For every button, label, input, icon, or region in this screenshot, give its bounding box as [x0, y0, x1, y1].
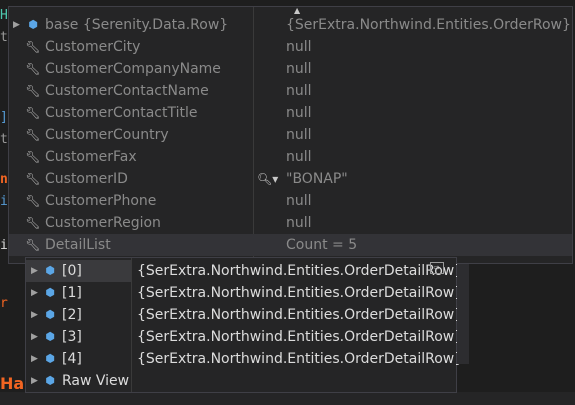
datatip-order-row: ▲ ▶ ⬢ base {Serenity.Data.Row} {SerExtra… — [8, 6, 573, 264]
datatip-row[interactable]: 🔧︎ CustomerCompanyName null — [9, 58, 572, 80]
member-name: CustomerContactTitle — [45, 105, 198, 121]
editor-edge-text: t — [0, 132, 8, 147]
editor-edge-text: i — [0, 238, 8, 253]
datatip-row[interactable]: ▶ ⬢ [3] {SerExtra.Northwind.Entities.Ord… — [26, 326, 463, 348]
wrench-icon: 🔧︎ — [25, 128, 41, 142]
datatip-row[interactable]: ▶ ⬢ [4] {SerExtra.Northwind.Entities.Ord… — [26, 348, 463, 370]
expand-arrow-icon[interactable]: ▶ — [31, 282, 38, 304]
member-value[interactable]: {SerExtra.Northwind.Entities.OrderDetail… — [137, 326, 463, 348]
wrench-icon: 🔧︎ — [25, 194, 41, 208]
member-value[interactable]: Count = 5 — [286, 234, 357, 256]
cube-icon: ⬢ — [45, 330, 55, 343]
datatip-row[interactable]: ▶ ⬢ [2] {SerExtra.Northwind.Entities.Ord… — [26, 304, 463, 326]
wrench-icon: 🔧︎ — [25, 84, 41, 98]
datatip-row[interactable]: 🔧︎ CustomerID 🔍︎▾ "BONAP" — [9, 168, 572, 190]
datatip-row[interactable]: 🔧︎ CustomerPhone null — [9, 190, 572, 212]
editor-edge-text: t — [0, 30, 8, 45]
member-name: Raw View — [62, 373, 130, 389]
cube-icon: ⬢ — [45, 308, 55, 321]
member-name: CustomerCountry — [45, 127, 169, 143]
magnifier-visualizer-icon[interactable]: 🔍︎▾ — [257, 168, 278, 190]
wrench-icon: 🔧︎ — [25, 172, 41, 186]
editor-edge-text: r — [0, 296, 8, 311]
expand-arrow-icon[interactable]: ▶ — [31, 326, 38, 348]
editor-edge-text: H — [0, 8, 8, 23]
member-name: [1] — [62, 285, 82, 301]
member-value[interactable]: null — [286, 102, 312, 124]
member-value[interactable]: {SerExtra.Northwind.Entities.OrderDetail… — [137, 282, 463, 304]
member-name: [2] — [62, 307, 82, 323]
datatip-row[interactable]: 🔧︎ CustomerFax null — [9, 146, 572, 168]
datatip-row[interactable]: ▶ ⬢ base {Serenity.Data.Row} {SerExtra.N… — [9, 14, 572, 36]
member-value[interactable]: null — [286, 146, 312, 168]
datatip-row[interactable]: 🔧︎ CustomerContactTitle null — [9, 102, 572, 124]
member-name: DetailList — [45, 237, 111, 253]
member-value[interactable]: null — [286, 124, 312, 146]
editor-edge-text: i — [0, 194, 8, 209]
editor-bottom-strip — [0, 392, 575, 405]
member-value[interactable]: {SerExtra.Northwind.Entities.OrderDetail… — [137, 348, 463, 370]
editor-bottom-text: Ha — [0, 374, 25, 393]
member-name: CustomerRegion — [45, 215, 161, 231]
member-name: [3] — [62, 329, 82, 345]
expand-arrow-icon[interactable]: ▶ — [31, 304, 38, 326]
datatip-row-highlighted[interactable]: 🔧︎ DetailList Count = 5 — [9, 234, 572, 256]
datatip-row[interactable]: 🔧︎ CustomerCountry null — [9, 124, 572, 146]
datatip-row-selected[interactable]: ▶ ⬢ [0] {SerExtra.Northwind.Entities.Ord… — [26, 260, 463, 282]
member-name: CustomerPhone — [45, 193, 157, 209]
member-value[interactable]: null — [286, 212, 312, 234]
datatip-row[interactable]: 🔧︎ CustomerContactName null — [9, 80, 572, 102]
wrench-icon: 🔧︎ — [25, 106, 41, 120]
expand-arrow-icon[interactable]: ▶ — [31, 260, 38, 282]
expand-arrow-icon[interactable]: ▶ — [13, 14, 20, 36]
datatip-row[interactable]: ▶ ⬢ [1] {SerExtra.Northwind.Entities.Ord… — [26, 282, 463, 304]
member-value[interactable]: null — [286, 190, 312, 212]
member-name: CustomerContactName — [45, 83, 209, 99]
expand-arrow-icon[interactable]: ▶ — [31, 370, 38, 392]
member-name: base {Serenity.Data.Row} — [45, 17, 229, 33]
cube-icon: ⬢ — [45, 264, 55, 277]
member-name: CustomerCity — [45, 39, 141, 55]
member-value[interactable]: null — [286, 36, 312, 58]
member-value[interactable]: null — [286, 80, 312, 102]
wrench-icon: 🔧︎ — [25, 150, 41, 164]
expand-arrow-icon[interactable]: ▶ — [31, 348, 38, 370]
datatip-row[interactable]: ▶ ⬢ Raw View — [26, 370, 456, 392]
wrench-icon: 🔧︎ — [25, 238, 41, 252]
datatip-row[interactable]: 🔧︎ CustomerRegion null — [9, 212, 572, 234]
member-name: [0] — [62, 263, 82, 279]
member-value[interactable]: {SerExtra.Northwind.Entities.OrderDetail… — [137, 304, 463, 326]
cube-icon: ⬢ — [45, 374, 55, 387]
member-value[interactable]: {SerExtra.Northwind.Entities.OrderRow} — [286, 14, 571, 36]
scrollbar-track[interactable] — [457, 264, 469, 364]
member-name: [4] — [62, 351, 82, 367]
wrench-icon: 🔧︎ — [25, 40, 41, 54]
member-name: CustomerCompanyName — [45, 61, 221, 77]
cube-icon: ⬢ — [28, 18, 38, 31]
member-value[interactable]: null — [286, 58, 312, 80]
cube-icon: ⬢ — [45, 286, 55, 299]
member-name: CustomerID — [45, 171, 128, 187]
member-name: CustomerFax — [45, 149, 137, 165]
datatip-row[interactable]: 🔧︎ CustomerCity null — [9, 36, 572, 58]
cube-icon: ⬢ — [45, 352, 55, 365]
wrench-icon: 🔧︎ — [25, 62, 41, 76]
pin-icon[interactable]: ⇨ — [430, 262, 444, 274]
datatip-detail-list: ▶ ⬢ [0] {SerExtra.Northwind.Entities.Ord… — [25, 257, 463, 393]
member-value[interactable]: "BONAP" — [286, 168, 348, 190]
wrench-icon: 🔧︎ — [25, 216, 41, 230]
editor-edge-text: n — [0, 172, 8, 187]
editor-edge-text: ] — [0, 110, 8, 125]
member-value[interactable]: {SerExtra.Northwind.Entities.OrderDetail… — [137, 260, 463, 282]
